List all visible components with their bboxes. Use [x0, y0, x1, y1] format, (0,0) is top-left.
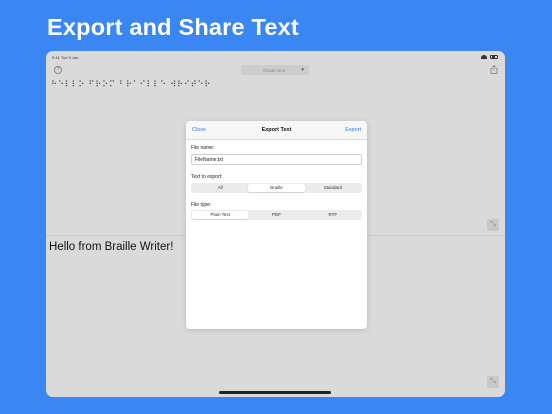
help-icon[interactable]: ? — [54, 66, 62, 74]
segment-all[interactable]: All — [192, 184, 248, 192]
wifi-icon — [481, 54, 487, 59]
file-name-input[interactable]: FileName.txt — [191, 154, 362, 165]
print-text[interactable]: Hello from Braille Writer! — [49, 241, 173, 253]
segment-plain-text[interactable]: Plain Text — [192, 211, 249, 219]
segment-pdf[interactable]: PDF — [248, 211, 304, 219]
braille-text[interactable]: ⠓⠑⠇⠇⠕ ⠋⠗⠕⠍ ⠃⠗⠁⠊⠇⠇⠑ ⠺⠗⠊⠞⠑⠗ — [51, 80, 211, 90]
segment-braille[interactable]: Braille — [248, 184, 305, 192]
battery-icon — [490, 54, 498, 59]
file-type-segmented: Plain Text PDF RTF — [191, 210, 362, 220]
status-time: 9:41 Tue 9 Jan — [52, 55, 79, 60]
segment-rtf[interactable]: RTF — [305, 211, 361, 219]
status-indicators — [481, 54, 498, 59]
segment-standard[interactable]: Standard — [305, 184, 361, 192]
dialog-nav-bar: Close Export Text Export — [186, 121, 367, 140]
expand-icon[interactable]: ⤡ — [487, 376, 499, 388]
chevron-down-icon: ▼ — [300, 67, 305, 72]
share-icon[interactable] — [490, 65, 498, 74]
dialog-title: Export Text — [261, 127, 292, 133]
grade-selector[interactable]: Grade One ▼ — [241, 65, 309, 75]
file-type-label: File type: — [191, 202, 212, 208]
home-indicator — [219, 391, 331, 394]
expand-icon[interactable]: ⤡ — [487, 219, 499, 231]
file-name-label: File name: — [191, 145, 215, 151]
text-to-export-label: Text to export: — [191, 174, 223, 180]
grade-label: Grade One — [263, 67, 286, 73]
text-to-export-segmented: All Braille Standard — [191, 183, 362, 193]
page-headline: Export and Share Text — [47, 14, 299, 40]
export-dialog: Close Export Text Export File name: File… — [186, 121, 367, 329]
export-button[interactable]: Export — [345, 127, 361, 133]
toolbar: ? Grade One ▼ — [46, 62, 505, 78]
